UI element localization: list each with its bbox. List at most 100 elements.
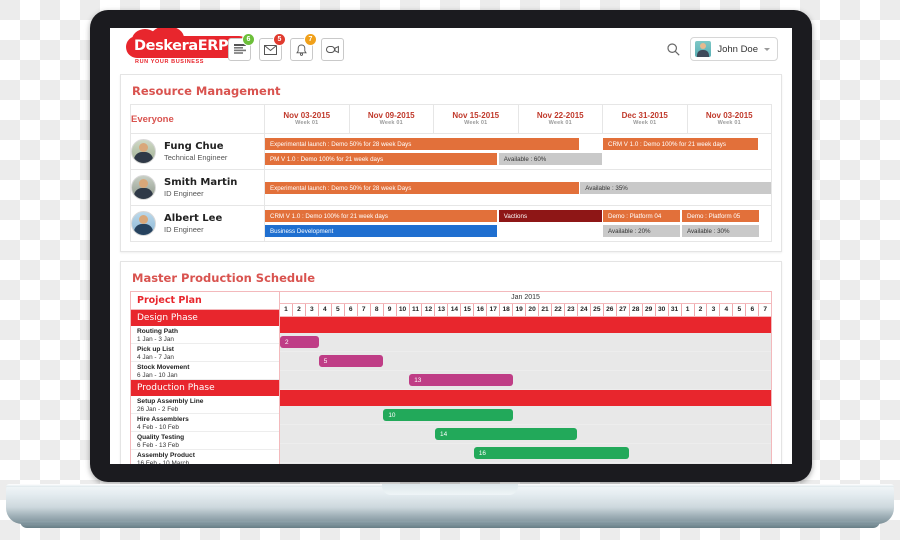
gantt-day-cell: 5 <box>332 304 345 316</box>
bell-icon[interactable]: 7 <box>290 33 317 61</box>
resource-bar[interactable]: CRM V 1.0 : Demo 100% for 21 week days <box>603 138 758 150</box>
resource-column-header[interactable]: Nov 03-2015 Week 01 <box>264 104 350 134</box>
list-item[interactable]: Setup Assembly Line 26 Jan - 2 Feb <box>131 396 279 414</box>
list-item[interactable]: Assembly Product 16 Feb - 10 March <box>131 450 279 464</box>
screenshot-stage: DeskeraERP RUN YOUR BUSINESS 6 5 7 John … <box>0 0 900 540</box>
resource-bar[interactable]: Available : 20% <box>603 225 681 237</box>
resource-column-header[interactable]: Nov 22-2015 Week 01 <box>517 104 603 134</box>
avatar <box>131 175 156 200</box>
gantt-bar[interactable]: 13 <box>409 374 513 386</box>
chat-icon[interactable] <box>321 38 344 61</box>
resource-bar[interactable]: Vactions <box>498 210 602 222</box>
column-week: Week 01 <box>633 120 657 127</box>
column-date: Nov 03-2015 <box>283 110 331 120</box>
resource-bar[interactable]: Experimental launch : Demo 50% for 28 we… <box>265 182 579 194</box>
brand-name: DeskeraERP <box>134 38 229 54</box>
resource-column-header[interactable]: Nov 15-2015 Week 01 <box>433 104 519 134</box>
gantt-task-list: Design Phase Routing Path 1 Jan - 3 Jan Pic… <box>131 310 279 464</box>
column-week: Week 01 <box>379 120 403 127</box>
gantt-day-cell: 18 <box>500 304 514 316</box>
resource-bar[interactable]: Business Development <box>265 225 498 237</box>
gantt-day-cell: 14 <box>448 304 462 316</box>
gantt-gridlines <box>280 333 771 351</box>
gantt-bar[interactable]: 2 <box>280 336 319 348</box>
table-row[interactable]: Fung Chue Technical Engineer Experimenta… <box>130 133 772 170</box>
browser-screen: DeskeraERP RUN YOUR BUSINESS 6 5 7 John … <box>110 28 792 464</box>
resource-bar[interactable]: PM V 1.0 : Demo 100% for 21 week days <box>265 153 498 165</box>
bars-row-0: Experimental launch : Demo 50% for 28 we… <box>265 134 771 169</box>
gantt-day-cell: 3 <box>306 304 319 316</box>
user-name: John Doe <box>717 43 758 55</box>
gantt-day-cell: 19 <box>513 304 527 316</box>
resource-table-header-row: Everyone Nov 03-2015 Week 01 Nov 09-2015… <box>130 104 772 134</box>
resource-timeline-cell: Experimental launch : Demo 50% for 28 we… <box>264 133 772 170</box>
column-week: Week 01 <box>717 120 741 127</box>
gantt-phase-label: Production Phase <box>131 380 279 396</box>
person-role: ID Engineer <box>164 188 204 198</box>
resource-bar[interactable]: Experimental launch : Demo 50% for 28 we… <box>265 138 579 150</box>
person-role: ID Engineer <box>164 224 204 234</box>
gantt-day-cell: 31 <box>669 304 682 316</box>
resource-bar[interactable]: CRM V 1.0 : Demo 100% for 21 week days <box>265 210 498 222</box>
page-title: Resource Management <box>132 84 281 98</box>
resource-column-header[interactable]: Nov 03-2015 Week 01 <box>686 104 772 134</box>
resource-management-panel: Resource Management Everyone Nov 03-2015… <box>120 74 782 252</box>
gantt-day-cell: 21 <box>539 304 553 316</box>
gantt-day-cell: 2 <box>293 304 306 316</box>
gantt-timeline: Jan 2015 1 2 3 4 5 6 7 8 9 10 11 12 13 14 15 16 17 18 19 20… <box>280 292 771 464</box>
person-role: Technical Engineer <box>164 152 228 162</box>
resource-bar[interactable]: Demo : Platform 05 <box>681 210 760 222</box>
gantt-bar[interactable]: 14 <box>435 428 578 440</box>
gantt-day-cell: 7 <box>358 304 371 316</box>
resource-header-everyone: Everyone <box>130 104 265 134</box>
gantt-day-cell: 10 <box>397 304 410 316</box>
master-production-schedule-panel: Master Production Schedule Project Plan … <box>120 261 782 464</box>
resource-column-header[interactable]: Nov 09-2015 Week 01 <box>348 104 434 134</box>
resource-bar[interactable]: Available : 35% <box>580 182 771 194</box>
gantt-day-cell: 15 <box>461 304 475 316</box>
person-name: Fung Chue <box>164 141 224 153</box>
gantt-bar-rows: 2 5 13 10 14 16 <box>280 317 771 464</box>
gantt-row: 2 <box>280 333 771 352</box>
list-item[interactable]: Pick up List 4 Jan - 7 Jan <box>131 344 279 362</box>
brand-logo[interactable]: DeskeraERP RUN YOUR BUSINESS <box>126 28 254 70</box>
table-row[interactable]: Smith Martin ID Engineer Experimental la… <box>130 169 772 206</box>
gantt-day-cell: 4 <box>319 304 332 316</box>
table-row[interactable]: Albert Lee ID Engineer CRM V 1.0 : Demo … <box>130 205 772 242</box>
resource-bar[interactable]: Available : 60% <box>498 153 602 165</box>
task-dates: 4 Feb - 10 Feb <box>137 424 179 432</box>
column-week: Week 01 <box>295 120 319 127</box>
gantt-bar[interactable]: 16 <box>473 447 629 459</box>
list-item[interactable]: Routing Path 1 Jan - 3 Jan <box>131 326 279 344</box>
bars-row-1: Experimental launch : Demo 50% for 28 we… <box>265 170 771 205</box>
gantt-day-cell: 5 <box>733 304 747 316</box>
resource-column-header[interactable]: Dec 31-2015 Week 01 <box>602 104 688 134</box>
gantt-row: 14 <box>280 425 771 444</box>
gantt-day-cell: 28 <box>630 304 643 316</box>
task-dates: 16 Feb - 10 March <box>137 460 190 464</box>
gantt-row: 10 <box>280 406 771 425</box>
gantt-gridlines <box>280 463 771 464</box>
envelope-icon[interactable]: 5 <box>259 33 286 61</box>
gantt-bar[interactable]: 10 <box>383 409 513 421</box>
gantt-day-cell: 7 <box>763 306 768 313</box>
task-dates: 26 Jan - 2 Feb <box>137 406 179 414</box>
task-name: Routing Path <box>137 328 179 335</box>
gantt-row: 13 <box>280 371 771 390</box>
task-name: Quality Testing <box>137 434 185 441</box>
resource-table: Everyone Nov 03-2015 Week 01 Nov 09-2015… <box>130 104 772 242</box>
list-item[interactable]: Quality Testing 6 Feb - 13 Feb <box>131 432 279 450</box>
user-menu[interactable]: John Doe <box>690 37 778 61</box>
search-icon[interactable] <box>667 42 680 56</box>
gantt-day-cell: 27 <box>617 304 630 316</box>
laptop-foot <box>20 521 880 528</box>
resource-timeline-cell: Experimental launch : Demo 50% for 28 we… <box>264 169 772 206</box>
gantt-day-cell: 9 <box>384 304 397 316</box>
gantt-bar[interactable]: 5 <box>318 355 384 367</box>
task-name: Pick up List <box>137 346 175 353</box>
list-item[interactable]: Stock Movement 6 Jan - 10 Jan <box>131 362 279 380</box>
person-name: Smith Martin <box>164 177 238 189</box>
list-item[interactable]: Hire Assemblers 4 Feb - 10 Feb <box>131 414 279 432</box>
resource-bar[interactable]: Demo : Platform 04 <box>603 210 681 222</box>
resource-bar[interactable]: Available : 30% <box>681 225 760 237</box>
